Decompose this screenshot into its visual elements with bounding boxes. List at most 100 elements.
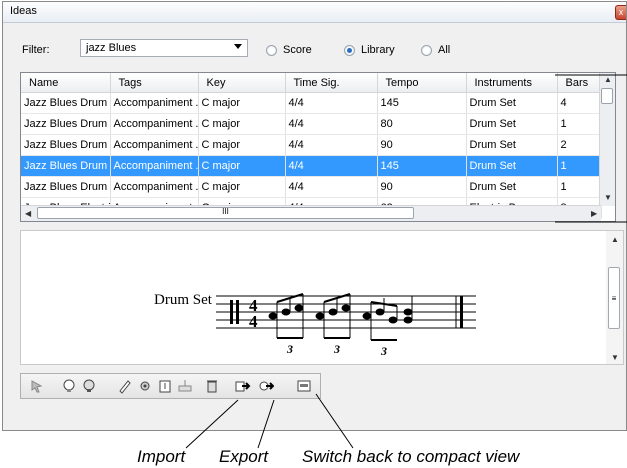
column-header-bars[interactable]: Bars: [557, 73, 602, 93]
table-cell: Jazz Blues Drum ...: [21, 176, 111, 198]
callout-export: Export: [219, 447, 269, 466]
table-cell: Jazz Blues Drum ...: [21, 113, 111, 135]
delete-icon[interactable]: [204, 378, 220, 394]
table-hscroll-thumb[interactable]: III: [37, 207, 414, 219]
radio-library[interactable]: Library: [344, 44, 395, 56]
drum-notation: 4 4 3 3 3: [216, 293, 476, 358]
settings-icon[interactable]: [137, 378, 153, 394]
table-cell: Jazz Blues Drum ...: [21, 92, 111, 114]
table-cell: 90: [377, 176, 467, 198]
table-cell: Drum Set: [466, 176, 558, 198]
export-icon[interactable]: [258, 378, 274, 394]
table-row[interactable]: Jazz Blues Drum ... Accompaniment ... C ma…: [21, 176, 602, 198]
time-sig-bottom: 4: [249, 312, 258, 331]
close-button[interactable]: x: [615, 5, 626, 20]
table-row[interactable]: Jazz Blues Drum ... Accompaniment ... C ma…: [21, 155, 602, 177]
filter-value: jazz Blues: [86, 42, 137, 54]
table-cell: C major: [198, 113, 286, 135]
column-header-instruments[interactable]: Instruments: [466, 73, 558, 93]
radio-score[interactable]: Score: [266, 44, 312, 56]
table-cell: C major: [198, 176, 286, 198]
table-cell: 4: [557, 92, 602, 114]
table-cell: Jazz Blues Drum ...: [21, 134, 111, 156]
idea-preview: Drum Set 4 4 3 3 3 ▲ ≡ ▼: [20, 230, 624, 365]
radio-library-label: Library: [361, 44, 395, 56]
radio-library-circle: [344, 44, 355, 56]
table-cell: Accompaniment ...: [110, 155, 199, 177]
table-cell: 1: [557, 176, 602, 198]
table-vertical-scrollbar[interactable]: ▲ ▼: [599, 73, 615, 206]
table-row[interactable]: Jazz Blues Drum ... Accompaniment ... C ma…: [21, 113, 602, 135]
chevron-down-icon: [234, 44, 242, 49]
scroll-up-icon[interactable]: ▲: [611, 235, 619, 244]
table-row[interactable]: Jazz Blues Drum ... Accompaniment ... C ma…: [21, 134, 602, 156]
callout-import: Import: [137, 447, 186, 466]
table-cell: 4/4: [285, 155, 378, 177]
note-group: [268, 293, 413, 341]
filter-dropdown[interactable]: jazz Blues: [80, 39, 248, 57]
copy-idea-icon[interactable]: [81, 378, 97, 394]
capture-idea-icon[interactable]: [29, 378, 45, 394]
column-header-time-sig[interactable]: Time Sig.: [285, 73, 378, 93]
scroll-up-icon[interactable]: ▲: [604, 75, 612, 84]
staff-instrument-name: Drum Set: [154, 292, 212, 308]
table-cell: C major: [198, 92, 286, 114]
table-cell: C major: [198, 134, 286, 156]
table-header: Name Tags Key Time Sig. Tempo Instrument…: [21, 73, 602, 93]
column-header-tempo[interactable]: Tempo: [377, 73, 467, 93]
ideas-table: Name Tags Key Time Sig. Tempo Instrument…: [20, 72, 616, 222]
ideas-toolbar: [20, 373, 321, 399]
table-cell: Drum Set: [466, 92, 558, 114]
column-header-tags[interactable]: Tags: [110, 73, 199, 93]
table-cell: 4/4: [285, 113, 378, 135]
table-vscroll-thumb[interactable]: [601, 88, 613, 104]
table-cell: Accompaniment ...: [110, 176, 199, 198]
triplet-label: 3: [333, 342, 340, 356]
table-cell: 80: [377, 113, 467, 135]
table-cell: 2: [557, 134, 602, 156]
import-icon[interactable]: [235, 378, 251, 394]
triplet-label: 3: [380, 344, 387, 358]
scroll-right-icon[interactable]: ▶: [591, 209, 597, 218]
preview-vertical-scrollbar[interactable]: ▲ ≡ ▼: [606, 231, 623, 364]
percussion-clef: [230, 300, 233, 324]
table-cell: 1: [557, 113, 602, 135]
table-cell: 145: [377, 92, 467, 114]
table-cell: Jazz Blues Drum ...: [21, 155, 111, 177]
radio-score-label: Score: [283, 44, 312, 56]
radio-all-circle: [421, 44, 432, 56]
compact-view-icon[interactable]: [296, 378, 312, 394]
table-cell: Accompaniment ...: [110, 134, 199, 156]
table-cell: Accompaniment ...: [110, 113, 199, 135]
column-header-name[interactable]: Name: [21, 73, 111, 93]
table-cell: Drum Set: [466, 113, 558, 135]
window-title: Ideas: [10, 5, 37, 17]
radio-score-circle: [266, 44, 277, 56]
table-cell: Drum Set: [466, 155, 558, 177]
scroll-left-icon[interactable]: ◀: [25, 209, 31, 218]
table-cell: Drum Set: [466, 134, 558, 156]
table-cell: 90: [377, 134, 467, 156]
table-row[interactable]: Jazz Blues Drum ... Accompaniment ... C ma…: [21, 92, 602, 114]
edit-tags-icon[interactable]: [117, 378, 133, 394]
callout-compact-view: Switch back to compact view: [302, 447, 520, 466]
radio-all[interactable]: All: [421, 44, 450, 56]
scroll-down-icon[interactable]: ▼: [611, 353, 619, 362]
table-cell: 4/4: [285, 134, 378, 156]
table-cell: 1: [557, 155, 602, 177]
triplet-label: 3: [286, 342, 293, 356]
table-cell: 4/4: [285, 176, 378, 198]
column-header-key[interactable]: Key: [198, 73, 286, 93]
scroll-down-icon[interactable]: ▼: [604, 193, 612, 202]
radio-all-label: All: [438, 44, 451, 56]
new-idea-icon[interactable]: [61, 378, 77, 394]
filter-label: Filter:: [22, 44, 50, 56]
paste-into-score-icon[interactable]: [157, 378, 173, 394]
table-cell: 145: [377, 155, 467, 177]
duplicate-icon[interactable]: [177, 378, 193, 394]
preview-vscroll-thumb[interactable]: ≡: [608, 267, 620, 329]
percussion-clef: [236, 300, 239, 324]
table-cell: C major: [198, 155, 286, 177]
table-cell: Accompaniment ...: [110, 92, 199, 114]
table-horizontal-scrollbar[interactable]: ◀ III ▶: [21, 205, 601, 221]
